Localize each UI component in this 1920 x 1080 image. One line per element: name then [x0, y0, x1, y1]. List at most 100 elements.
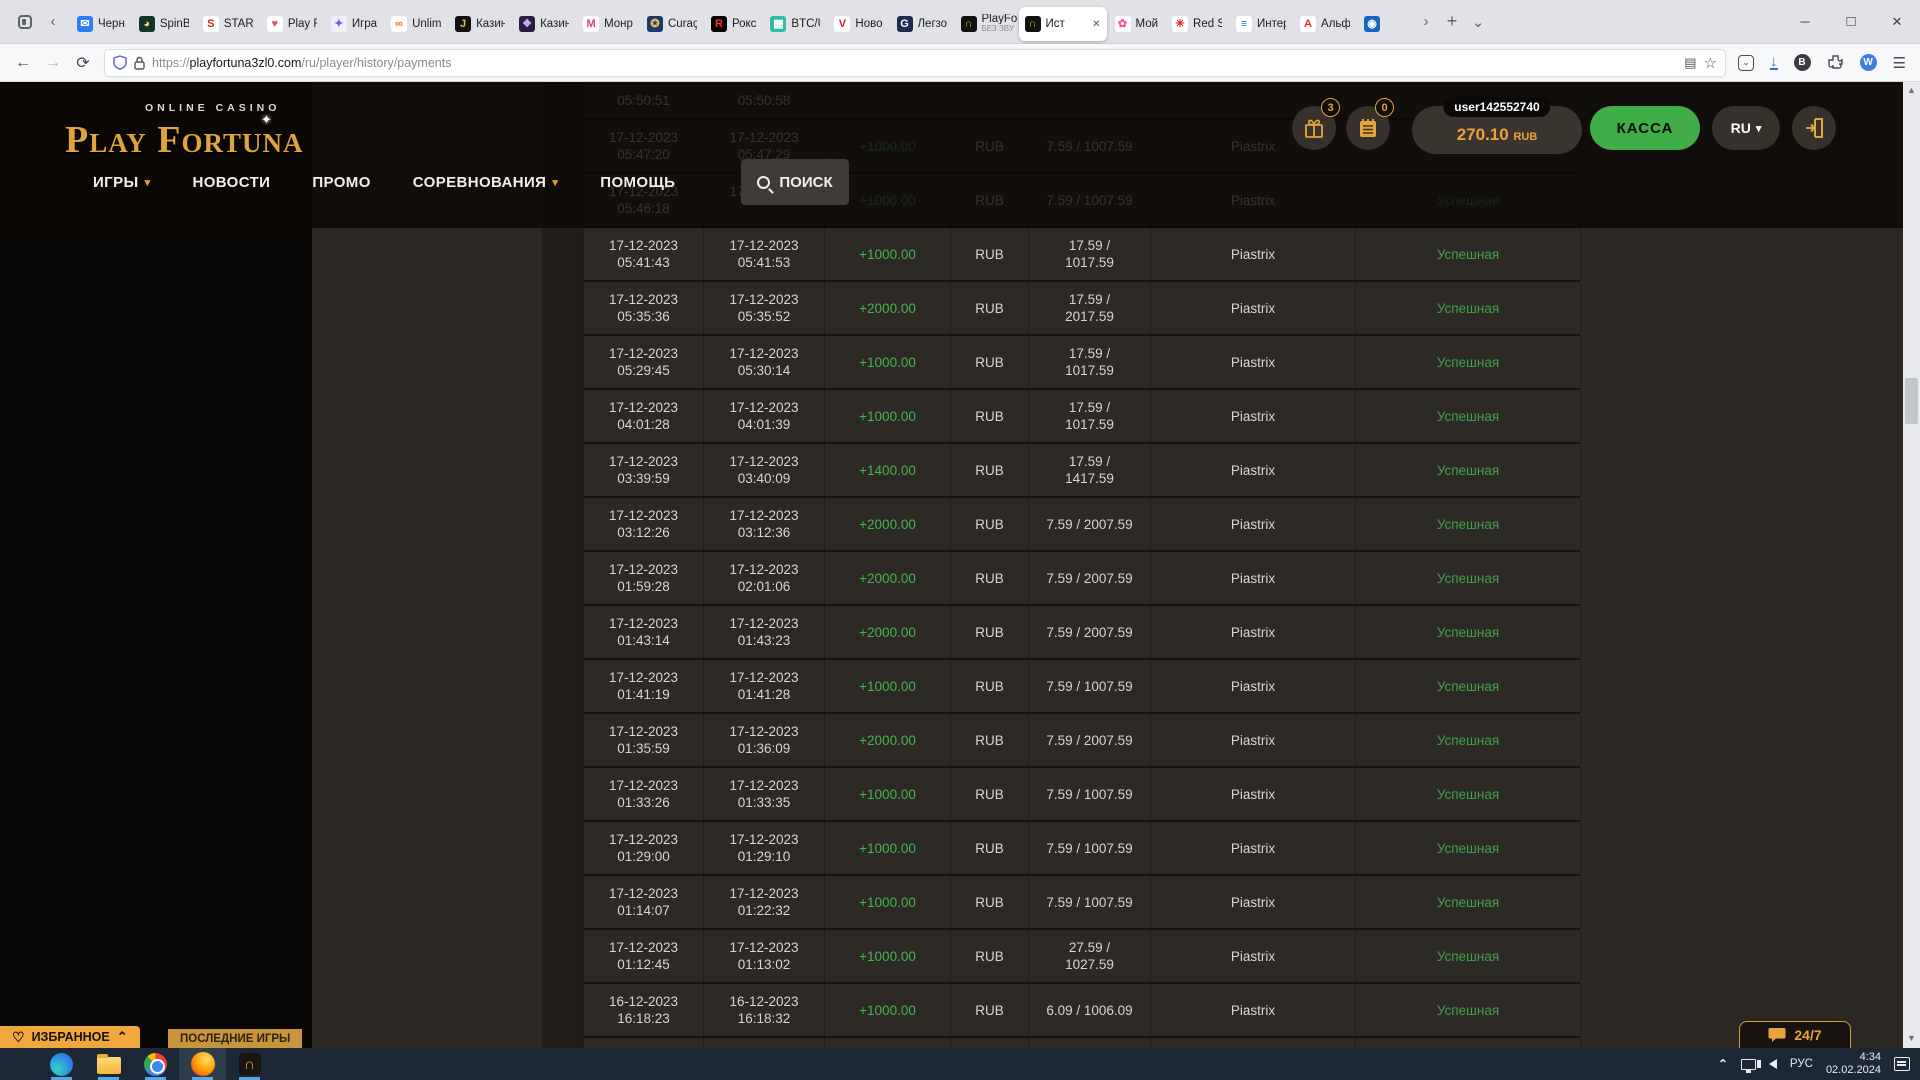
taskbar-chrome-button[interactable] [132, 1048, 179, 1080]
bookmark-star-icon[interactable]: ☆ [1704, 54, 1717, 72]
speaker-icon[interactable] [1756, 1059, 1777, 1069]
tab-label: Ново [855, 18, 883, 30]
browser-tab-11[interactable]: ▦ BTC/U [764, 7, 826, 41]
cell-date-processed: 17-12-2023 04:01:39 [704, 390, 825, 442]
cell-currency: RUB [951, 606, 1029, 658]
scrollbar-thumb[interactable] [1905, 378, 1918, 424]
browser-tab-18[interactable]: ≡ Интер [1230, 7, 1292, 41]
taskbar-clock[interactable]: 4:34 02.02.2024 [1826, 1051, 1881, 1077]
firefox-view-button[interactable] [10, 7, 40, 37]
tab-close-icon[interactable]: ✕ [1092, 19, 1100, 30]
cell-amount: +1000.00 [825, 768, 951, 820]
browser-tab-17[interactable]: ✳ Red S [1166, 7, 1228, 41]
browser-tab-6[interactable]: J Казин [449, 7, 511, 41]
translate-icon[interactable]: W [1859, 54, 1877, 71]
browser-tab-20[interactable]: ◉ [1358, 7, 1412, 41]
taskbar-edge-button[interactable] [38, 1048, 85, 1080]
browser-tab-16[interactable]: ✿ Мой [1109, 7, 1165, 41]
new-tab-button[interactable]: + [1439, 7, 1465, 37]
browser-tab-9[interactable]: ✪ Curaç [641, 7, 703, 41]
nav-item-help[interactable]: ПОМОЩЬ [600, 174, 675, 191]
close-button[interactable]: ✕ [1874, 0, 1920, 44]
browser-tab-12[interactable]: V Ново [828, 7, 888, 41]
cell-balance: 17.59 /1017.59 [1029, 228, 1151, 280]
nav-item-promo[interactable]: ПРОМО [312, 174, 370, 191]
browser-tab-8[interactable]: M Монр [577, 7, 639, 41]
scroll-down-icon[interactable]: ▼ [1907, 1030, 1916, 1046]
browser-tab-13[interactable]: G Легзо [891, 7, 953, 41]
browser-tab-3[interactable]: ♥ Play F [261, 7, 323, 41]
scroll-tabs-left-button[interactable]: ‹ [40, 7, 66, 37]
browser-tab-5[interactable]: ∞ Unlim [385, 7, 447, 41]
pocket-icon[interactable]: ⌄ [1738, 54, 1755, 71]
cell-payment-system: Piastrix [1151, 660, 1356, 712]
cell-date-requested: 17-12-2023 01:35:59 [584, 714, 704, 766]
cell-balance: 7.59 / 2007.59 [1029, 606, 1151, 658]
taskbar-explorer-button[interactable] [85, 1048, 132, 1080]
taskbar-firefox-button[interactable] [179, 1048, 226, 1080]
extensions-puzzle-icon[interactable] [1827, 54, 1844, 71]
reader-mode-icon[interactable]: ▤ [1684, 55, 1696, 71]
browser-tab-1[interactable]: ◕ SpinB [133, 7, 195, 41]
back-button[interactable]: ← [8, 49, 38, 77]
browser-tab-2[interactable]: S STARD [197, 7, 259, 41]
nav-item-tournaments[interactable]: СОРЕВНОВАНИЯ ▾ [413, 174, 559, 191]
search-icon [757, 175, 771, 189]
reload-button[interactable]: ⟳ [68, 49, 98, 77]
support-chat-button[interactable]: 24/7 [1739, 1021, 1851, 1048]
browser-tab-7[interactable]: ❖ Казин [513, 7, 575, 41]
cell-amount: +2000.00 [825, 552, 951, 604]
balance-amount: 270.10 RUB [1456, 125, 1538, 144]
cell-currency: RUB [951, 444, 1029, 496]
cell-date-requested [584, 1038, 704, 1048]
browser-tab-19[interactable]: А Альф [1294, 7, 1356, 41]
restore-button[interactable]: □ [1828, 0, 1874, 44]
forward-button[interactable]: → [38, 49, 68, 77]
cell-balance: 7.59 / 2007.59 [1029, 498, 1151, 550]
browser-tab-4[interactable]: ✦ Игра [325, 7, 383, 41]
cell-date-requested: 17-12-2023 01:12:45 [584, 930, 704, 982]
favicon-icon: ❖ [519, 16, 536, 32]
favicon-icon: А [1300, 16, 1317, 32]
notes-button[interactable]: 0 [1346, 98, 1394, 150]
browser-tab-14[interactable]: ∩ PlayFo БЕЗ ЗВУ [955, 7, 1017, 41]
downloads-icon[interactable]: ↓ [1770, 54, 1778, 70]
scrollbar[interactable]: ▲ ▼ [1903, 82, 1920, 1048]
screen: ‹ ✉ Черн ◕ SpinB S STARD ♥ Play F ✦ Игра ∞ Unlim J Ка… [0, 0, 1920, 1080]
favicon-icon: ▦ [770, 16, 787, 32]
browser-tab-0[interactable]: ✉ Черн [71, 7, 131, 41]
lock-icon[interactable] [134, 56, 145, 70]
last-games-tab[interactable]: ПОСЛЕДНИЕ ИГРЫ [168, 1029, 303, 1048]
browser-tab-10[interactable]: R Рокс [705, 7, 762, 41]
favicon-icon: ◉ [1364, 16, 1381, 32]
tab-label: Черн [98, 18, 125, 30]
nav-item-news[interactable]: НОВОСТИ [193, 174, 271, 191]
taskbar-casino-app-button[interactable]: ∩ [226, 1048, 273, 1080]
balance-widget[interactable]: user142552740 270.10 RUB [1412, 97, 1582, 154]
scroll-tabs-right-button[interactable]: › [1413, 7, 1439, 37]
tracking-shield-icon[interactable] [113, 55, 127, 70]
cell-payment-system: Piastrix [1151, 606, 1356, 658]
cell-status: Успешная [1356, 984, 1581, 1036]
notification-center-icon[interactable] [1894, 1057, 1910, 1071]
favorites-bar[interactable]: ♡ ИЗБРАННОЕ ⌃ [0, 1026, 140, 1048]
extension-b-icon[interactable]: B [1793, 54, 1811, 71]
keyboard-language[interactable]: РУС [1790, 1058, 1813, 1070]
cashier-button[interactable]: КАССА [1590, 106, 1700, 150]
browser-tab-15[interactable]: ∩ Ист ✕ [1018, 7, 1107, 41]
search-button[interactable]: ПОИСК [741, 159, 849, 205]
menu-hamburger-icon[interactable]: ☰ [1893, 54, 1906, 72]
tray-expand-icon[interactable]: ⌃ [1718, 1057, 1728, 1071]
bonuses-button[interactable]: 3 [1292, 98, 1340, 150]
network-icon[interactable] [1740, 1058, 1756, 1073]
logout-button[interactable] [1792, 106, 1836, 150]
cell-payment-system: Piastrix [1151, 876, 1356, 928]
minimize-button[interactable]: ─ [1782, 0, 1828, 44]
language-selector[interactable]: RU ▾ [1712, 106, 1780, 150]
nav-item-games[interactable]: ИГРЫ ▾ [93, 174, 151, 191]
scroll-up-icon[interactable]: ▲ [1907, 82, 1916, 98]
address-bar[interactable]: https://playfortuna3zl0.com/ru/player/hi… [104, 48, 1727, 77]
favicon-icon: ✪ [646, 16, 663, 32]
list-all-tabs-button[interactable]: ⌄ [1465, 7, 1491, 37]
url-domain: playfortuna3zl0.com [189, 55, 302, 70]
